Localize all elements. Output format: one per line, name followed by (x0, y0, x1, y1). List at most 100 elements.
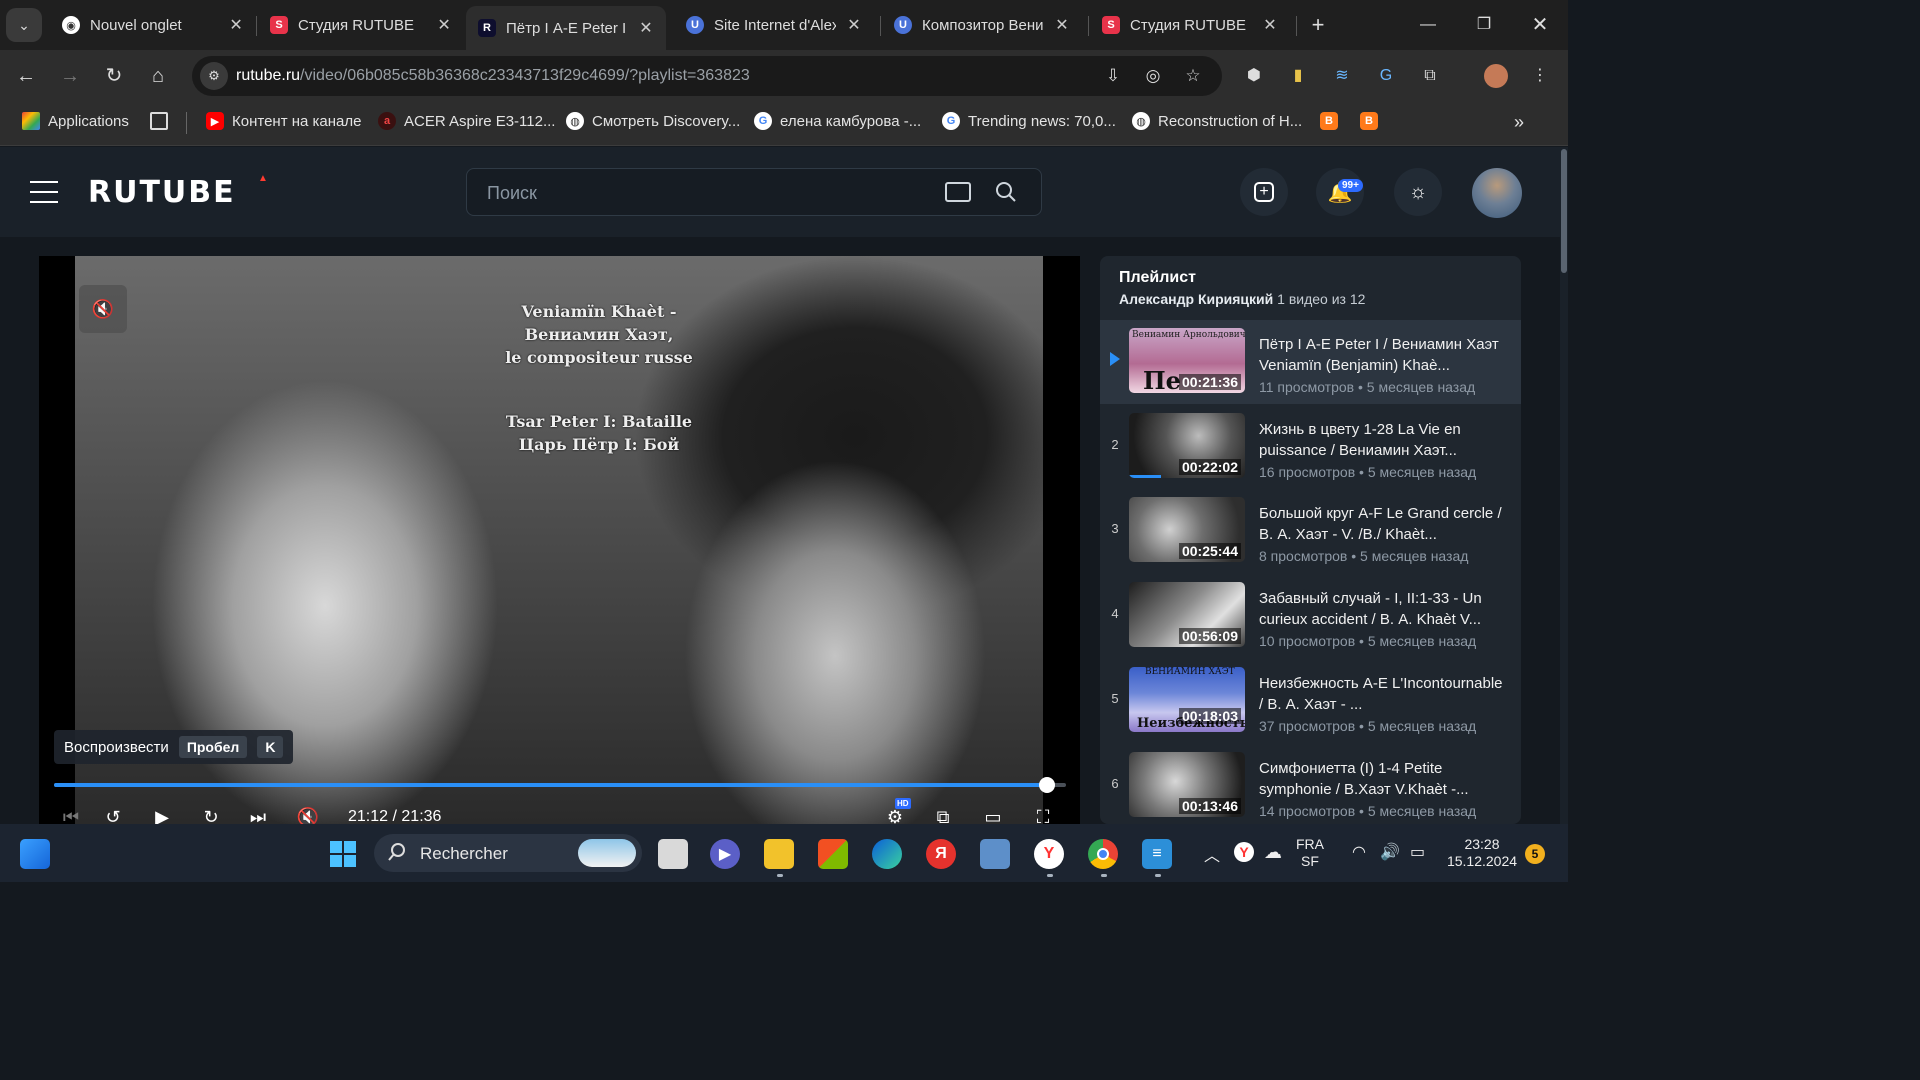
theater-mode-button[interactable]: ▭ (979, 806, 1007, 824)
search-input[interactable] (487, 181, 927, 205)
user-avatar[interactable] (1472, 168, 1522, 218)
notepad-icon[interactable]: ≡ (1142, 839, 1172, 869)
bookmarks-overflow[interactable]: » (1514, 112, 1524, 133)
video-thumbnail[interactable]: 00:56:09 (1129, 582, 1245, 647)
chrome-icon[interactable] (1088, 839, 1118, 869)
search-icon[interactable] (995, 181, 1017, 203)
playlist-item[interactable]: 2 00:22:02 Жизнь в цвету 1-28 La Vie en … (1100, 405, 1521, 489)
translate-icon[interactable]: G (1374, 64, 1398, 88)
rewind-10-button[interactable]: ↺ (99, 806, 127, 824)
language-indicator[interactable]: FRA SF (1296, 836, 1324, 870)
tab-rutube-studio-2[interactable]: S Студия RUTUBE ✕ (1090, 6, 1290, 44)
previous-button[interactable]: ⏮ (61, 806, 81, 824)
close-icon[interactable]: ✕ (846, 15, 862, 35)
bookmark-kamburova[interactable]: G елена камбурова -... (754, 112, 921, 130)
volume-button[interactable]: 🔇 (293, 806, 323, 824)
playlist-author[interactable]: Александр Кирияцкий (1119, 291, 1273, 307)
bookmark-tab-groups[interactable] (150, 112, 176, 130)
upload-button[interactable]: + (1240, 168, 1288, 216)
file-explorer-icon[interactable] (764, 839, 794, 869)
scrollbar-thumb[interactable] (1561, 149, 1567, 273)
bookmark-reconstruction[interactable]: ◍ Reconstruction of H... (1132, 112, 1302, 130)
bookmark-applications[interactable]: Applications (22, 112, 129, 130)
task-view-icon[interactable] (658, 839, 688, 869)
tab-site-alex[interactable]: U Site Internet d'Alex ✕ (674, 6, 874, 44)
close-icon[interactable]: ✕ (1054, 15, 1070, 35)
profile-avatar[interactable] (1484, 64, 1508, 88)
extension-book-icon[interactable]: ▮ (1286, 64, 1310, 88)
extensions-puzzle-icon[interactable]: ⧉ (1418, 64, 1442, 88)
tab-composer[interactable]: U Композитор Вени ✕ (882, 6, 1082, 44)
cloud-icon[interactable]: ☁ (1264, 842, 1282, 863)
yandex-tray-icon[interactable]: Y (1234, 842, 1254, 862)
forward-button[interactable]: → (56, 62, 84, 90)
extension-cube-icon[interactable]: ⬢ (1242, 64, 1266, 88)
site-info-icon[interactable]: ⚙ (200, 62, 228, 90)
theme-toggle-button[interactable]: ☼ (1394, 168, 1442, 216)
video-player[interactable]: Veniamïn Khaèt - Вениамин Хаэт, le compo… (39, 256, 1080, 824)
video-thumbnail[interactable]: 00:25:44 (1129, 497, 1245, 562)
tab-rutube-studio[interactable]: S Студия RUTUBE ✕ (258, 6, 464, 44)
windows-start-icon[interactable] (328, 839, 358, 869)
tray-overflow-icon[interactable]: ︿ (1204, 842, 1220, 866)
playlist-item[interactable]: 4 00:56:09 Забавный случай - I, II:1-33 … (1100, 574, 1521, 658)
extension-wave-icon[interactable]: ≋ (1330, 64, 1354, 88)
video-title[interactable]: Забавный случай - I, II:1-33 - Un curieu… (1259, 588, 1504, 630)
playlist-item[interactable]: 6 00:13:46 Симфониетта (I) 1-4 Petite sy… (1100, 744, 1521, 824)
reload-button[interactable]: ↻ (100, 62, 128, 90)
taskbar-search[interactable]: Rechercher (374, 834, 642, 872)
teams-icon[interactable]: ▶ (710, 839, 740, 869)
playlist-item[interactable]: 3 00:25:44 Большой круг А-F Le Grand cer… (1100, 489, 1521, 573)
unmute-button[interactable]: 🔇 (79, 285, 127, 333)
playlist-item[interactable]: 5 ВЕНИАМИН ХАЭТ Неизбежность 00:18:03 Не… (1100, 659, 1521, 743)
video-title[interactable]: Пётр I А-Е Peter I / Вениамин Хаэт Venia… (1259, 334, 1504, 376)
progress-bar[interactable] (54, 777, 1066, 793)
play-button[interactable]: ▶ (149, 806, 175, 824)
bookmark-discovery[interactable]: ◍ Смотреть Discovery... (566, 112, 740, 130)
bookmark-trending[interactable]: G Trending news: 70,0... (942, 112, 1116, 130)
widgets-icon[interactable] (20, 839, 50, 869)
address-bar[interactable]: ⚙ rutube.ru/video/06b085c58b36368c233437… (192, 56, 1222, 96)
video-thumbnail[interactable]: 00:22:02 (1129, 413, 1245, 478)
notifications-button[interactable]: 🔔 (1316, 168, 1364, 216)
control-panel-icon[interactable] (980, 839, 1010, 869)
yandex-icon[interactable]: Я (926, 839, 956, 869)
playlist-item[interactable]: Вениамин Арнольдович Хаэт Пе 00:21:36 Пё… (1100, 320, 1521, 404)
video-thumbnail[interactable]: ВЕНИАМИН ХАЭТ Неизбежность 00:18:03 (1129, 667, 1245, 732)
notification-count-badge[interactable]: 5 (1525, 844, 1545, 864)
settings-button[interactable]: ⚙ HD (881, 798, 911, 824)
video-title[interactable]: Неизбежность А-Е L'Incontournable / В. А… (1259, 673, 1504, 715)
video-thumbnail[interactable]: 00:13:46 (1129, 752, 1245, 817)
eye-off-icon[interactable]: ◎ (1142, 65, 1164, 87)
tab-active-video[interactable]: R Пётр I А-Е Peter I / ✕ (466, 6, 666, 50)
menu-hamburger-icon[interactable] (30, 181, 58, 203)
mini-player-button[interactable]: ⧉ (929, 806, 957, 824)
rutube-logo[interactable]: RUTUBE (88, 175, 236, 210)
battery-icon[interactable]: ▭ (1410, 842, 1425, 862)
video-thumbnail[interactable]: Вениамин Арнольдович Хаэт Пе 00:21:36 (1129, 328, 1245, 393)
clock[interactable]: 23:28 15.12.2024 (1446, 836, 1518, 870)
bookmark-channel-content[interactable]: ▶ Контент на канале (206, 112, 361, 130)
bookmark-acer[interactable]: a ACER Aspire E3-112... (378, 112, 555, 130)
close-window-button[interactable]: ✕ (1520, 10, 1560, 40)
page-scrollbar[interactable] (1560, 147, 1568, 824)
minimize-button[interactable]: — (1408, 10, 1448, 40)
close-icon[interactable]: ✕ (1262, 15, 1278, 35)
url-text[interactable]: rutube.ru/video/06b085c58b36368c23343713… (236, 67, 750, 85)
close-icon[interactable]: ✕ (638, 18, 654, 38)
close-icon[interactable]: ✕ (228, 15, 244, 35)
progress-handle[interactable] (1038, 777, 1055, 793)
restore-button[interactable]: ❐ (1464, 10, 1504, 40)
bookmark-blogger-2[interactable]: B (1360, 112, 1386, 130)
forward-10-button[interactable]: ↻ (197, 806, 225, 824)
video-title[interactable]: Жизнь в цвету 1-28 La Vie en puissance /… (1259, 419, 1504, 461)
tab-search-button[interactable]: ⌄ (6, 8, 42, 42)
new-tab-button[interactable]: + (1298, 10, 1338, 40)
wifi-icon[interactable]: ◠ (1352, 842, 1366, 862)
fullscreen-button[interactable]: ⛶ (1029, 806, 1057, 824)
home-button[interactable]: ⌂ (144, 62, 172, 90)
close-icon[interactable]: ✕ (436, 15, 452, 35)
bookmark-blogger-1[interactable]: B (1320, 112, 1346, 130)
tab-new-tab[interactable]: ◉ Nouvel onglet ✕ (50, 6, 256, 44)
video-title[interactable]: Большой круг А-F Le Grand cercle / В. А.… (1259, 503, 1504, 545)
